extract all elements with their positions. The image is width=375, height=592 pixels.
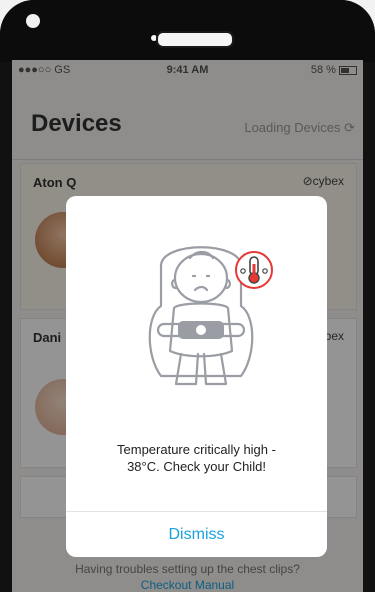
- camera-icon: [26, 14, 40, 28]
- child-seat-illustration: [148, 246, 273, 386]
- speaker-grille: [156, 31, 234, 48]
- alert-message: Temperature critically high - 38°C. Chec…: [76, 441, 317, 475]
- alert-message-line: Temperature critically high -: [117, 442, 276, 457]
- thermometer-icon: [235, 251, 273, 289]
- app-screen: ●●●○○ GS 9:41 AM 58 % Devices Loading De…: [12, 60, 363, 592]
- alert-message-line: 38°C. Check your Child!: [127, 459, 266, 474]
- phone-frame: ●●●○○ GS 9:41 AM 58 % Devices Loading De…: [0, 0, 375, 592]
- dismiss-button[interactable]: Dismiss: [66, 512, 327, 557]
- alert-dialog: Temperature critically high - 38°C. Chec…: [66, 196, 327, 557]
